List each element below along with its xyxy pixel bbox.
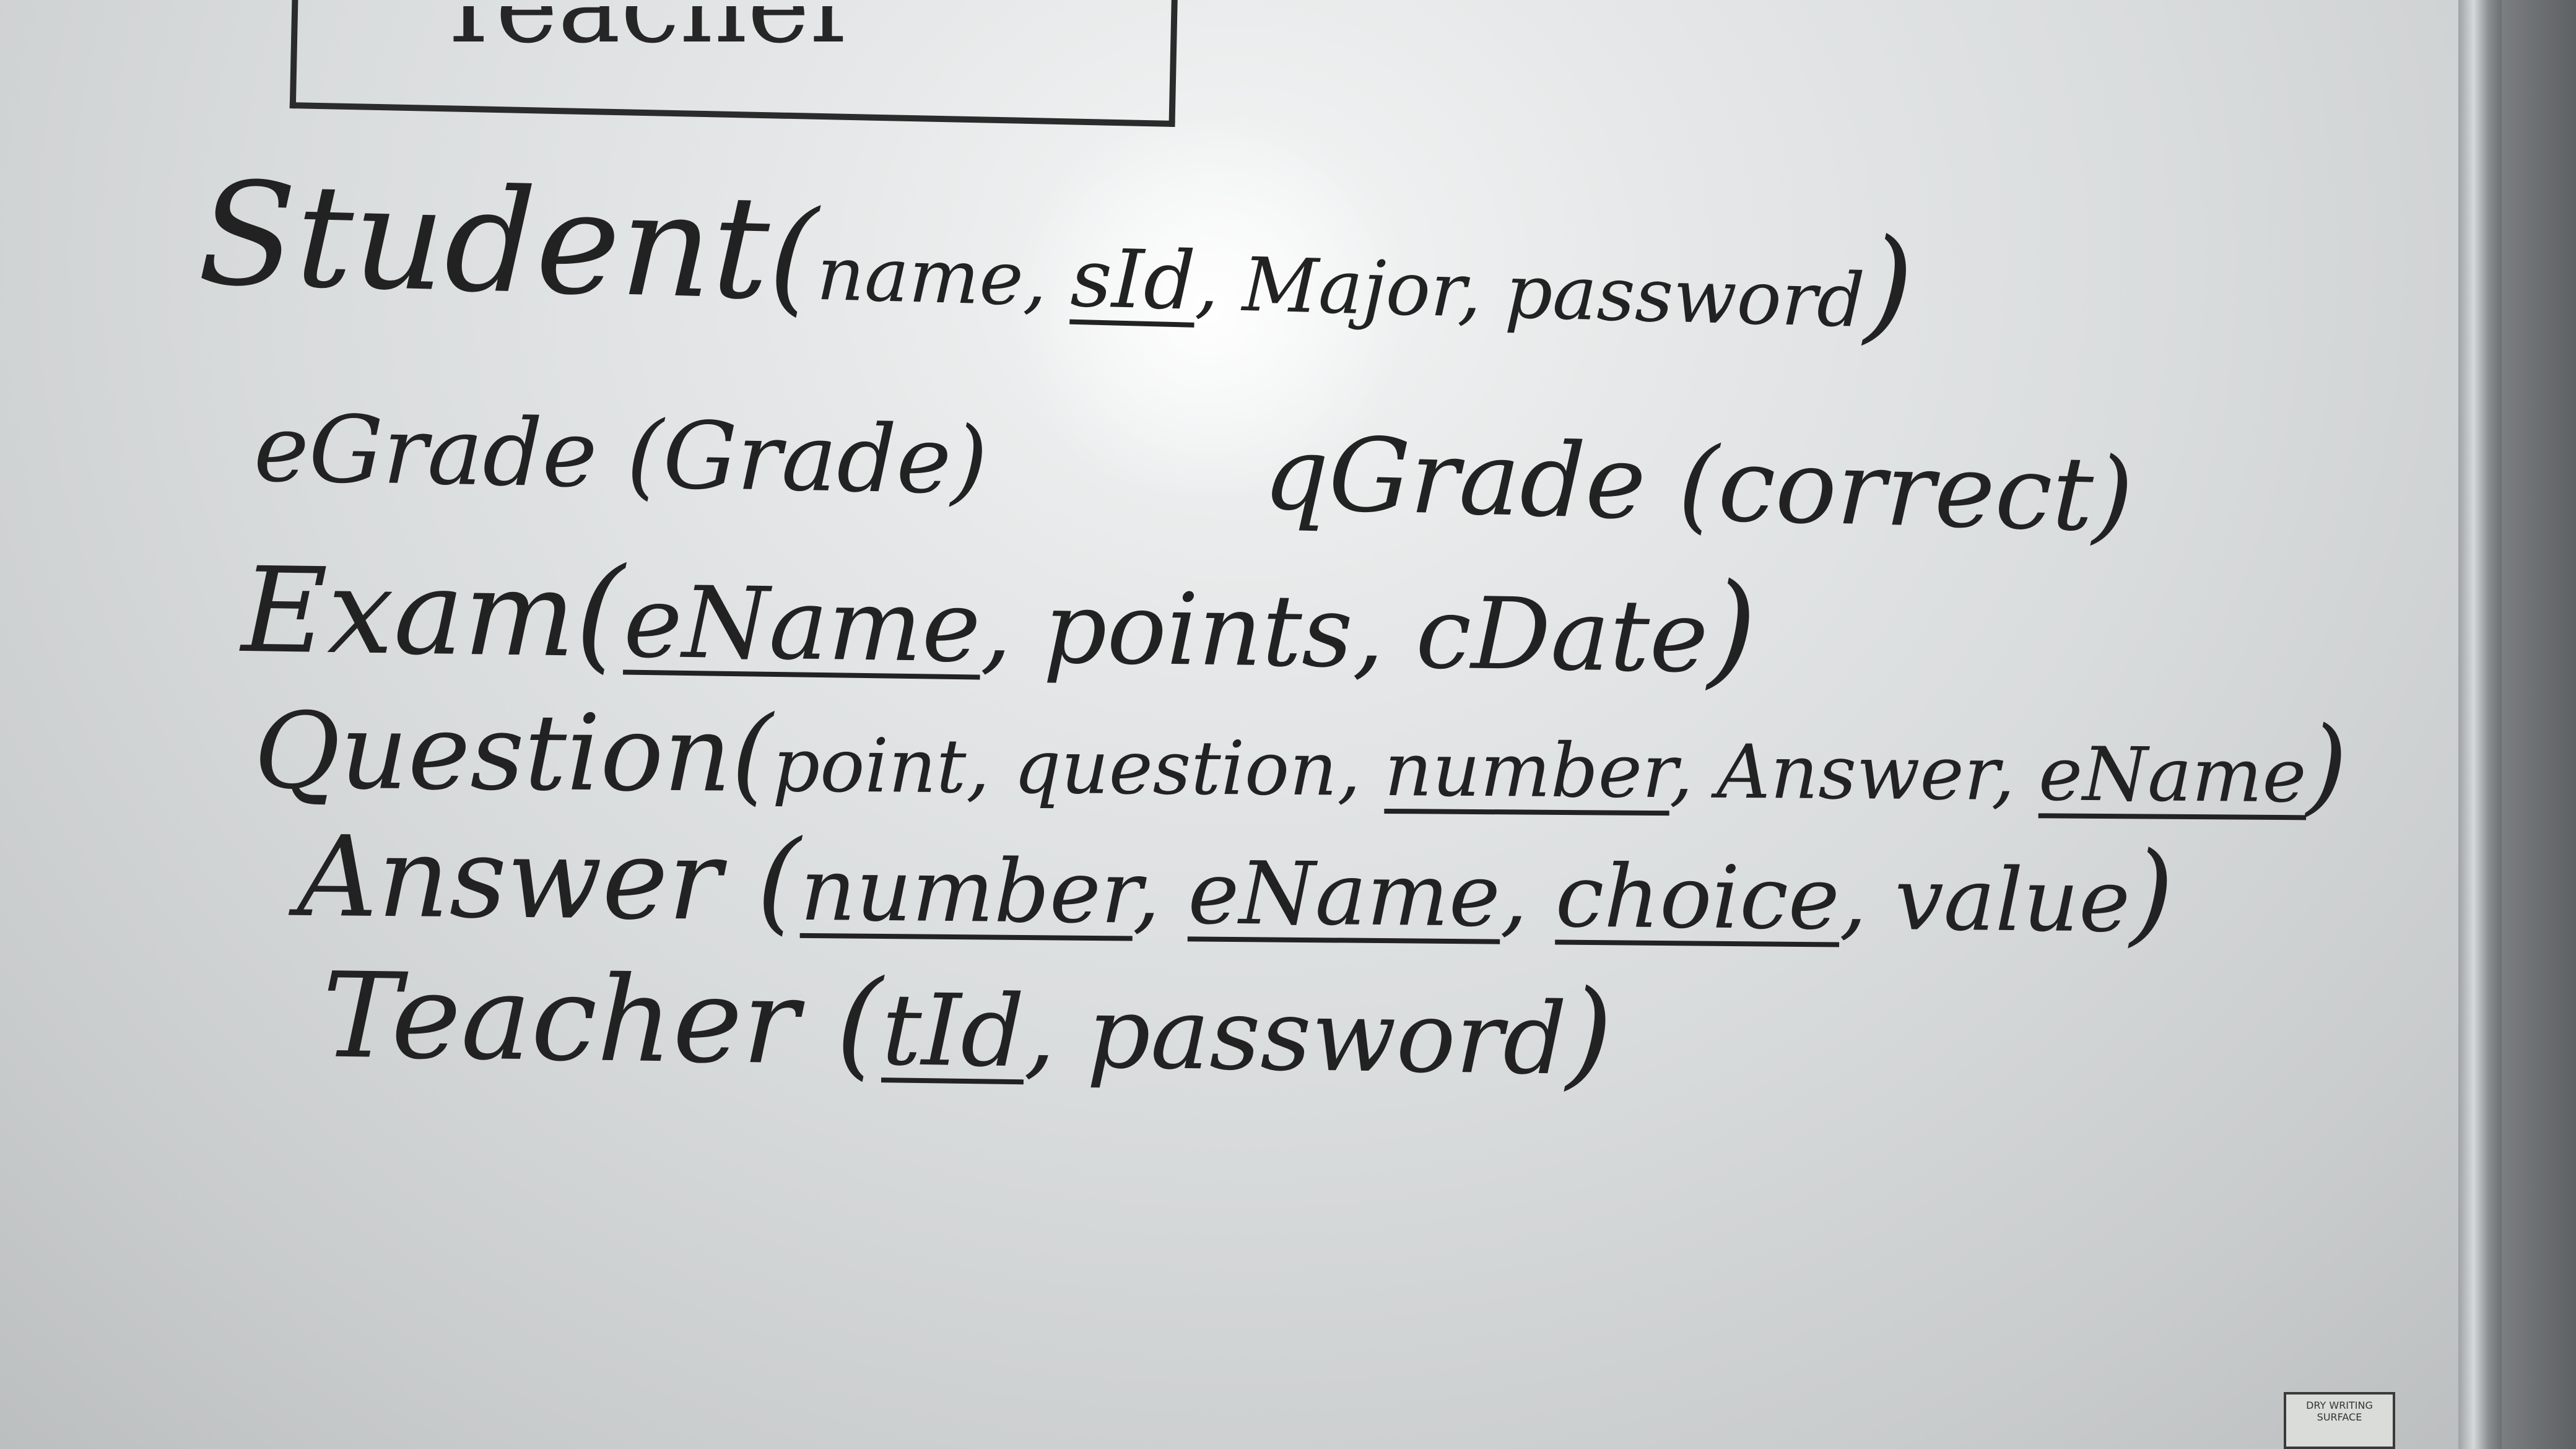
qgrade-relation: qGrade (correct) bbox=[1261, 413, 2135, 555]
qgrade-relation-line: qGrade (correct) bbox=[1262, 414, 2135, 555]
key-attribute: number bbox=[1384, 726, 1670, 816]
wall-background bbox=[2502, 0, 2576, 1449]
board-label-sticker: DRY WRITING SURFACE bbox=[2284, 1392, 2395, 1449]
separator: , bbox=[1500, 845, 1556, 947]
open-paren: ( bbox=[767, 183, 819, 329]
key-attribute: eName bbox=[622, 564, 981, 685]
attribute: , points, cDate bbox=[980, 568, 1709, 695]
attribute: name, bbox=[816, 230, 1072, 324]
open-paren: ( bbox=[731, 693, 773, 817]
key-attribute: eName bbox=[2038, 731, 2307, 820]
attribute: , value bbox=[1839, 848, 2131, 952]
attribute: , Major, password bbox=[1194, 240, 1866, 345]
relation-name: Answer bbox=[297, 812, 722, 946]
relation-name: Teacher bbox=[321, 947, 800, 1091]
close-paren: ) bbox=[1863, 212, 1915, 358]
attribute: point, question, bbox=[772, 723, 1385, 813]
key-attribute: eName bbox=[1187, 843, 1501, 947]
key-attribute: number bbox=[799, 839, 1134, 944]
attribute: , password bbox=[1023, 973, 1568, 1097]
exam-relation: Exam(eName, points, cDate) bbox=[241, 541, 1758, 702]
separator: , bbox=[1132, 842, 1189, 944]
open-paren: ( bbox=[721, 816, 801, 946]
close-paren: ) bbox=[2130, 828, 2175, 959]
relation-name: Student bbox=[196, 151, 772, 332]
key-attribute: choice bbox=[1555, 846, 1840, 950]
teacher-relation: Teacher (tId, password) bbox=[321, 947, 1614, 1102]
grade-relations: eGrade (Grade) bbox=[253, 395, 989, 516]
question-relation: Question(point, question, number, Answer… bbox=[253, 690, 2348, 827]
whiteboard-frame bbox=[2458, 0, 2502, 1449]
key-attribute: sId bbox=[1069, 230, 1197, 328]
relation-name: Exam bbox=[240, 541, 577, 684]
key-attribute: tId bbox=[881, 972, 1025, 1090]
answer-relation: Answer (number, eName, choice, value) bbox=[297, 812, 2174, 958]
close-paren: ) bbox=[1565, 964, 1614, 1102]
open-paren: ( bbox=[574, 541, 625, 686]
open-paren: ( bbox=[798, 954, 883, 1092]
relation-name: Question bbox=[253, 690, 732, 816]
close-paren: ) bbox=[1707, 557, 1758, 702]
egrade-relation: eGrade (Grade) bbox=[253, 394, 989, 516]
close-paren: ) bbox=[2305, 704, 2348, 827]
attribute: , Answer, bbox=[1669, 729, 2039, 818]
top-heading-fragment: Teacher bbox=[433, 0, 860, 67]
